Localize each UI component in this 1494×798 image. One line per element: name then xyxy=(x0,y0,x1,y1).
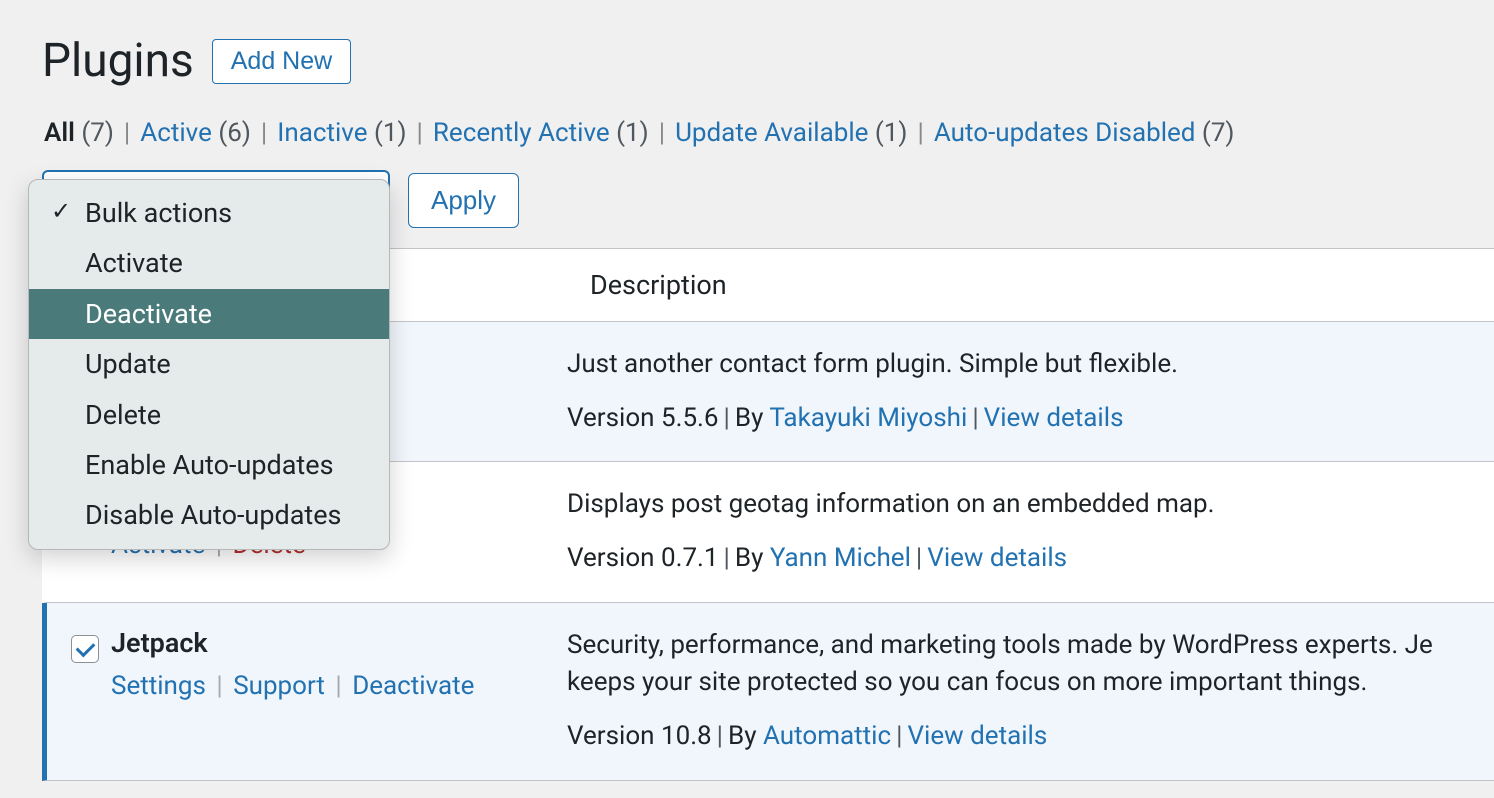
dropdown-option[interactable]: Update xyxy=(29,339,389,389)
plugin-name: Jetpack xyxy=(111,627,547,659)
dropdown-option[interactable]: Bulk actions xyxy=(29,188,389,238)
author-link[interactable]: Yann Michel xyxy=(770,543,911,573)
filter-separator: | xyxy=(124,118,130,148)
filter-separator: | xyxy=(417,118,423,148)
filter-count: (6) xyxy=(218,118,251,148)
filter-separator: | xyxy=(659,118,665,148)
plugin-meta: Version 10.8|By Automattic|View details xyxy=(567,718,1476,756)
plugin-meta: Version 5.5.6|By Takayuki Miyoshi|View d… xyxy=(567,400,1476,438)
apply-button[interactable]: Apply xyxy=(408,173,519,228)
filter-count: (1) xyxy=(374,118,407,148)
view-details-link[interactable]: View details xyxy=(927,543,1067,573)
author-link[interactable]: Takayuki Miyoshi xyxy=(769,403,967,433)
filter-link[interactable]: Inactive xyxy=(277,118,367,148)
filter-count: (7) xyxy=(81,118,114,148)
filter-link[interactable]: Auto-updates Disabled xyxy=(934,118,1196,148)
table-row: JetpackSettings | Support | DeactivateSe… xyxy=(42,603,1494,781)
column-header-description: Description xyxy=(590,269,727,301)
by-label: By xyxy=(735,543,770,573)
filter-link[interactable]: Active xyxy=(140,118,212,148)
action-link[interactable]: Settings xyxy=(111,671,206,701)
view-details-link[interactable]: View details xyxy=(907,721,1047,751)
action-separator: | xyxy=(329,671,348,701)
dropdown-option[interactable]: Delete xyxy=(29,390,389,440)
add-new-button[interactable]: Add New xyxy=(212,39,351,84)
author-link[interactable]: Automattic xyxy=(763,721,891,751)
dropdown-option[interactable]: Disable Auto-updates xyxy=(29,490,389,540)
meta-separator: | xyxy=(717,721,723,751)
plugin-meta: Version 0.7.1|By Yann Michel|View detail… xyxy=(567,540,1476,578)
dropdown-option[interactable]: Enable Auto-updates xyxy=(29,440,389,490)
by-label: By xyxy=(728,721,763,751)
plugin-version: Version 10.8 xyxy=(567,721,712,751)
action-separator: | xyxy=(210,671,229,701)
row-actions: Settings | Support | Deactivate xyxy=(111,671,547,701)
meta-separator: | xyxy=(896,721,902,751)
meta-separator: | xyxy=(724,403,730,433)
by-label: By xyxy=(735,403,769,433)
filter-links: All (7) | Active (6) | Inactive (1) | Recently… xyxy=(0,88,1494,148)
bulk-actions-dropdown[interactable]: Bulk actionsActivateDeactivateUpdateDele… xyxy=(28,179,390,550)
filter-separator: | xyxy=(917,118,923,148)
dropdown-option[interactable]: Deactivate xyxy=(29,289,389,339)
page-title: Plugins xyxy=(42,34,194,88)
action-link[interactable]: Support xyxy=(233,671,325,701)
filter-link[interactable]: Update Available xyxy=(675,118,868,148)
filter-count: (1) xyxy=(616,118,649,148)
dropdown-option[interactable]: Activate xyxy=(29,238,389,288)
view-details-link[interactable]: View details xyxy=(984,403,1124,433)
plugin-version: Version 0.7.1 xyxy=(567,543,719,573)
plugin-version: Version 5.5.6 xyxy=(567,403,719,433)
meta-separator: | xyxy=(916,543,922,573)
meta-separator: | xyxy=(724,543,730,573)
filter-count: (7) xyxy=(1202,118,1235,148)
filter-link[interactable]: Recently Active xyxy=(433,118,610,148)
row-checkbox[interactable] xyxy=(71,635,99,663)
plugin-description: Security, performance, and marketing too… xyxy=(567,627,1476,702)
action-link[interactable]: Deactivate xyxy=(352,671,474,701)
filter-count: (1) xyxy=(875,118,908,148)
meta-separator: | xyxy=(972,403,978,433)
filter-link-current[interactable]: All (7) xyxy=(44,118,114,148)
filter-separator: | xyxy=(261,118,267,148)
plugin-description: Just another contact form plugin. Simple… xyxy=(567,346,1476,384)
plugin-description: Displays post geotag information on an e… xyxy=(567,486,1476,524)
